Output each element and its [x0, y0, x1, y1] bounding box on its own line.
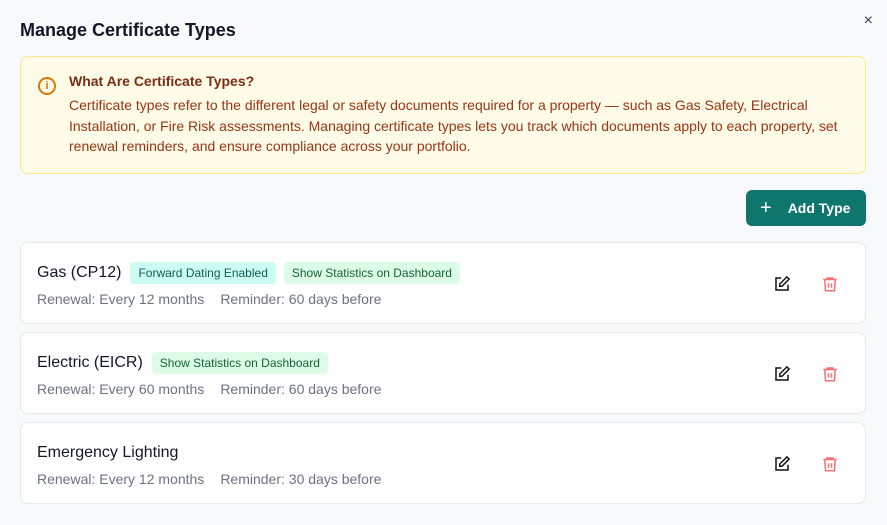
renewal-text: Renewal: Every 12 months	[37, 291, 205, 307]
dialog-title: Manage Certificate Types	[20, 20, 236, 40]
forward-dating-badge: Forward Dating Enabled	[130, 262, 276, 284]
trash-icon[interactable]	[821, 275, 839, 293]
close-icon[interactable]: ×	[864, 12, 873, 30]
trash-icon[interactable]	[821, 455, 839, 473]
statistics-badge: Show Statistics on Dashboard	[151, 352, 328, 374]
edit-icon[interactable]	[773, 455, 791, 473]
reminder-text: Reminder: 30 days before	[220, 471, 382, 487]
info-heading: What Are Certificate Types?	[69, 73, 255, 89]
certificate-type-card: Electric (EICR) Show Statistics on Dashb…	[20, 332, 866, 414]
add-type-button[interactable]: + Add Type	[746, 190, 866, 226]
edit-icon[interactable]	[773, 365, 791, 383]
plus-icon: +	[760, 197, 772, 219]
renewal-text: Renewal: Every 60 months	[37, 381, 205, 397]
type-name: Gas (CP12)	[37, 264, 122, 281]
type-name: Electric (EICR)	[37, 354, 143, 371]
add-type-label: Add Type	[787, 200, 851, 216]
edit-icon[interactable]	[773, 275, 791, 293]
reminder-text: Reminder: 60 days before	[220, 381, 382, 397]
reminder-text: Reminder: 60 days before	[220, 291, 382, 307]
info-icon: i	[38, 77, 56, 95]
type-name: Emergency Lighting	[37, 444, 179, 461]
info-box: i What Are Certificate Types? Certificat…	[20, 56, 866, 174]
info-body: Certificate types refer to the different…	[69, 97, 838, 154]
certificate-type-card: Emergency Lighting Renewal: Every 12 mon…	[20, 422, 866, 504]
certificate-type-card: Gas (CP12) Forward Dating Enabled Show S…	[20, 242, 866, 324]
trash-icon[interactable]	[821, 365, 839, 383]
statistics-badge: Show Statistics on Dashboard	[283, 262, 460, 284]
renewal-text: Renewal: Every 12 months	[37, 471, 205, 487]
